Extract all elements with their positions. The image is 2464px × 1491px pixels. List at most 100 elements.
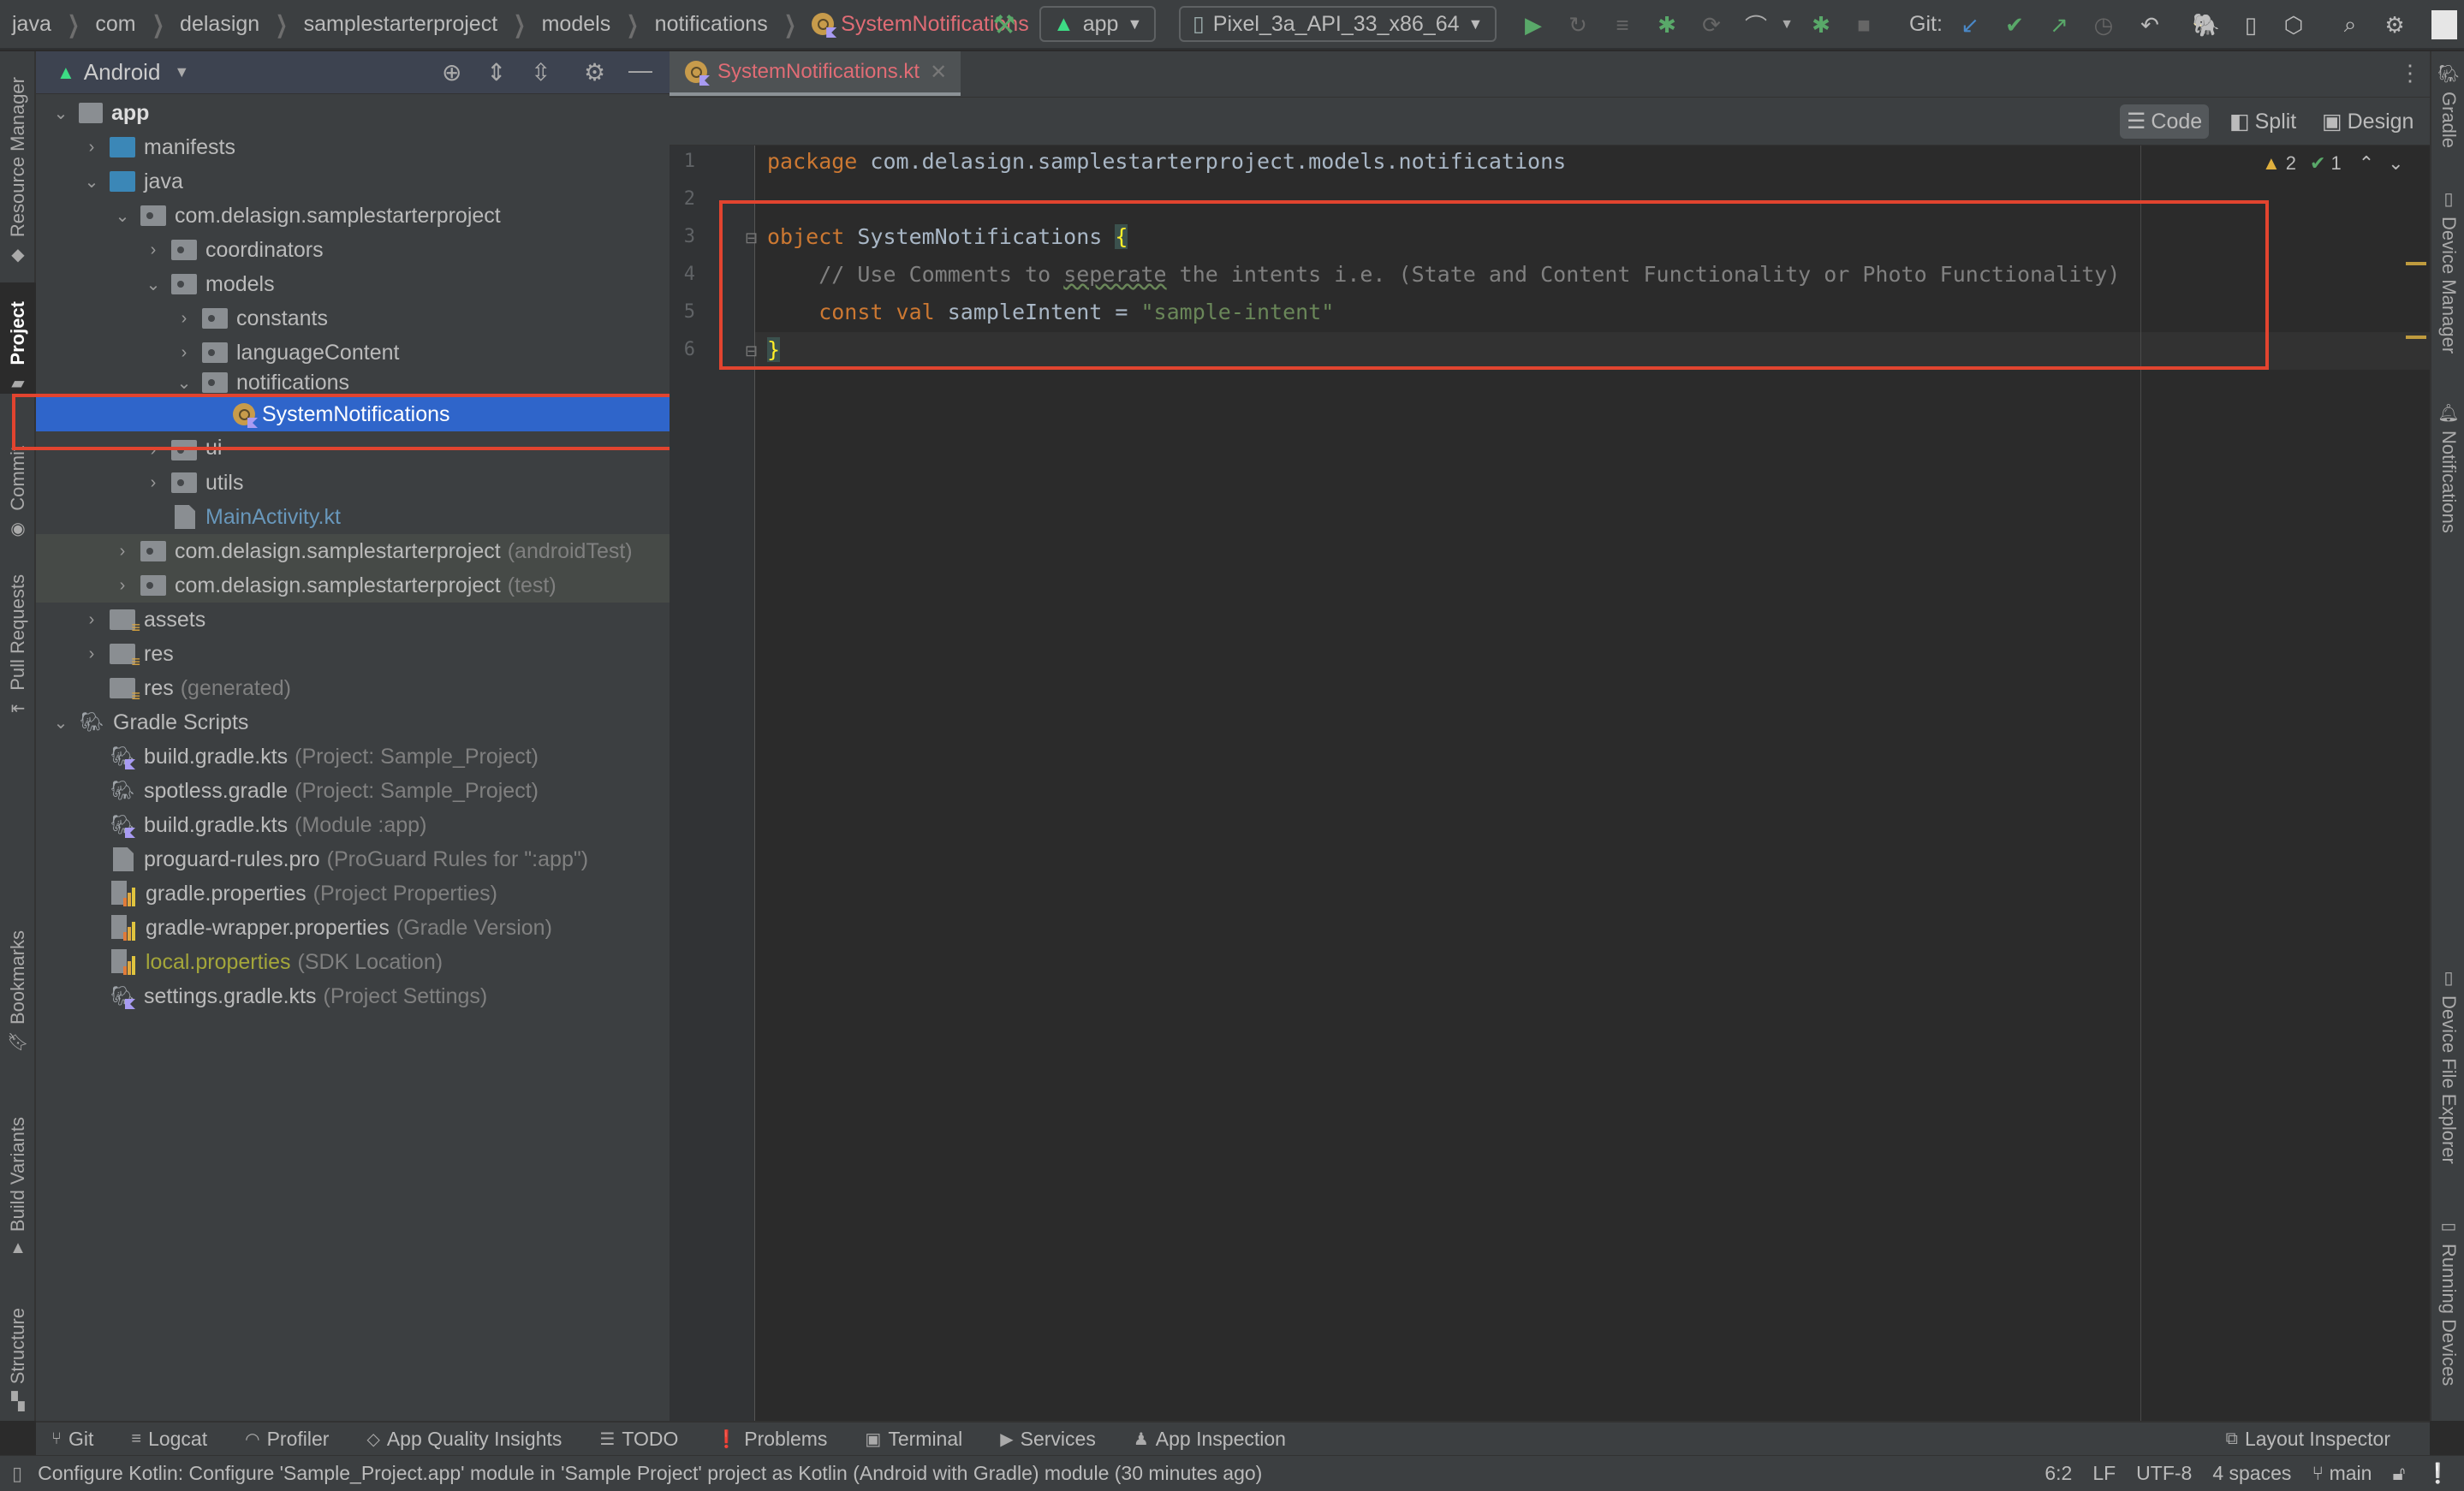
chevron-right-icon[interactable]: › [82,138,101,157]
tree-node[interactable]: › languageContent [36,336,670,370]
project-view-selector[interactable]: Android [84,59,161,86]
tab-commit[interactable]: Commit ◉ [0,419,36,539]
chevron-down-icon[interactable]: ▼ [1772,10,1801,39]
tree-node[interactable]: 🐘︎ build.gradle.kts (Project: Sample_Pro… [36,740,670,774]
tab-notifications[interactable]: 🔔︎ Notifications [2431,402,2464,533]
fold-collapse-icon[interactable]: ⊟ [745,229,758,247]
locate-file-icon[interactable]: ⊕ [442,58,461,86]
tree-node[interactable]: 🐘︎ build.gradle.kts (Module :app) [36,808,670,842]
chevron-right-icon[interactable]: › [82,610,101,630]
chevron-down-icon[interactable]: ⌄ [113,205,132,227]
chevron-down-icon[interactable]: ⌄ [51,103,70,124]
tree-node[interactable]: MainActivity.kt [36,500,670,534]
breadcrumb-item[interactable]: java [12,12,51,37]
apply-changes-icon[interactable]: ↻ [1563,10,1592,39]
debug-attach-icon[interactable]: ✱ [1806,10,1836,39]
search-icon[interactable]: ⌕ [2336,10,2365,39]
tree-node[interactable]: › utils [36,466,670,500]
inspection-widget[interactable]: ▲ 2 ✔ 1 ⌃ ⌄ [2262,152,2404,175]
status-message[interactable]: Configure Kotlin: Configure 'Sample_Proj… [38,1462,1262,1485]
chevron-right-icon[interactable]: › [144,241,163,260]
git-commit-icon[interactable]: ✔ [2000,10,2029,39]
attach-debugger-icon[interactable]: ⟳ [1697,10,1726,39]
tool-services[interactable]: ▶ Services [1000,1428,1096,1451]
breadcrumb-item[interactable]: samplestarterproject [304,12,497,37]
tree-node[interactable]: ⌄ app [36,96,670,130]
mode-code-button[interactable]: ☰ Code [2120,104,2210,139]
tree-node[interactable]: res (generated) [36,671,670,705]
tree-node[interactable]: › manifests [36,130,670,164]
tab-pull-requests[interactable]: Pull Requests ⇤ [0,556,36,719]
chevron-right-icon[interactable]: › [144,473,163,493]
tab-bookmarks[interactable]: Bookmarks 🔖︎ [0,916,36,1053]
git-rollback-icon[interactable]: ↶ [2135,10,2164,39]
tree-node[interactable]: ⌄ models [36,267,670,301]
tab-device-file-explorer[interactable]: ▯ Device File Explorer [2431,967,2464,1164]
warning-marker[interactable] [2406,262,2426,265]
chevron-down-icon[interactable]: ⌄ [144,274,163,295]
tab-build-variants[interactable]: Build Variants ▲ [0,1087,36,1258]
tree-node[interactable]: › com.delasign.samplestarterproject (and… [36,534,670,568]
user-avatar-icon[interactable] [2431,10,2457,39]
tree-node-selected[interactable]: SystemNotifications [36,397,670,431]
tree-node[interactable]: 🐘︎ settings.gradle.kts (Project Settings… [36,979,670,1013]
tool-app-inspection[interactable]: ♟ App Inspection [1134,1428,1286,1451]
tab-project[interactable]: Project ▰ [0,282,36,394]
more-options-icon[interactable]: ⋮ [2399,60,2421,86]
device-manager-icon[interactable]: ▯ [2236,10,2265,39]
tool-todo[interactable]: ☰ TODO [599,1428,678,1451]
tool-problems[interactable]: ❗ Problems [716,1428,827,1451]
breadcrumb-item[interactable]: delasign [180,12,259,37]
hide-panel-icon[interactable]: — [628,56,652,84]
next-highlight-icon[interactable]: ⌄ [2388,152,2403,175]
tree-node[interactable]: › com.delasign.samplestarterproject (tes… [36,568,670,603]
breadcrumb-item[interactable]: models [542,12,611,37]
options-gear-icon[interactable]: ⚙ [584,58,605,86]
tool-git[interactable]: ⑂ Git [51,1428,93,1451]
code-editor[interactable]: 1 2 3 4 5 6 ⊟ ⊟ package com.delasign.sam… [670,146,2430,1421]
chevron-right-icon[interactable]: › [113,542,132,561]
git-history-icon[interactable]: ◷ [2089,10,2118,39]
stop-icon[interactable]: ■ [1849,10,1878,39]
run-config-dropdown[interactable]: ▲ app ▼ [1039,6,1157,42]
mode-design-button[interactable]: ▣ Design [2315,104,2420,139]
chevron-right-icon[interactable]: › [175,343,193,363]
chevron-down-icon[interactable]: ⌄ [175,372,193,394]
tree-node[interactable]: › res [36,637,670,671]
apply-code-changes-icon[interactable]: ≡ [1608,10,1637,39]
gradle-sync-icon[interactable]: 🐘 [2192,10,2221,39]
tree-node[interactable]: proguard-rules.pro (ProGuard Rules for "… [36,842,670,876]
git-update-icon[interactable]: ↙ [1955,10,1985,39]
warning-marker[interactable] [2406,336,2426,339]
profile-icon[interactable]: ⌒ [1741,10,1771,39]
tool-layout-inspector[interactable]: ⧉ Layout Inspector [2226,1428,2390,1451]
run-icon[interactable]: ▶ [1519,10,1548,39]
expand-all-icon[interactable]: ⇕ [486,58,506,86]
tree-node[interactable]: ⌄ notifications [36,370,670,395]
toggle-tool-windows-icon[interactable]: ▯ [12,1463,22,1485]
tree-node[interactable]: 🐘︎ spotless.gradle (Project: Sample_Proj… [36,774,670,808]
editor-tab[interactable]: SystemNotifications.kt ✕ [670,51,961,96]
tab-device-manager[interactable]: ▯ Device Manager [2431,188,2464,353]
fold-collapse-icon[interactable]: ⊟ [745,342,758,360]
file-encoding[interactable]: UTF-8 [2136,1462,2192,1485]
indent-setting[interactable]: 4 spaces [2212,1462,2291,1485]
chevron-right-icon[interactable]: › [113,576,132,596]
chevron-down-icon[interactable]: ⌄ [82,171,101,193]
chevron-right-icon[interactable]: › [175,309,193,329]
tree-node[interactable]: › constants [36,301,670,336]
tool-logcat[interactable]: ≡ Logcat [131,1428,207,1451]
git-branch-widget[interactable]: ⑂ main [2312,1462,2372,1485]
tree-node[interactable]: ⌄ 🐘︎ Gradle Scripts [36,705,670,740]
chevron-down-icon[interactable]: ⌄ [51,712,70,734]
chevron-right-icon[interactable]: › [144,441,163,460]
previous-highlight-icon[interactable]: ⌃ [2359,152,2374,175]
sdk-manager-icon[interactable]: ⬡ [2279,10,2308,39]
mode-split-button[interactable]: ◧ Split [2223,104,2303,139]
tree-node[interactable]: › coordinators [36,233,670,267]
chevron-right-icon[interactable]: › [82,645,101,664]
close-icon[interactable]: ✕ [930,60,947,85]
tree-node[interactable]: › assets [36,603,670,637]
breadcrumb-item[interactable]: notifications [655,12,768,37]
lock-icon[interactable]: 🔓︎ [2392,1462,2405,1485]
